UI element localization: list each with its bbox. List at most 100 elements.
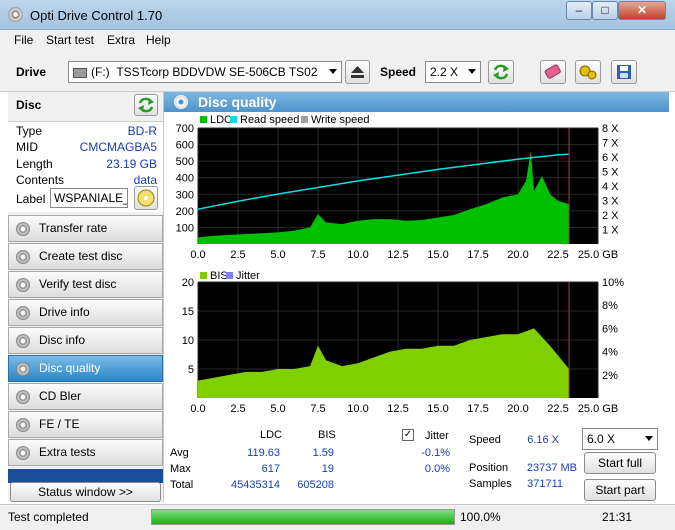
drive-value: TSSTcorp BDDVDW SE-506CB TS02 [116,65,318,79]
left-panel: Disc Type BD-R MID CMCMAGBA5 Length 23.1… [8,92,163,502]
disc-icon [16,334,30,348]
y2-tick-label: 6 X [602,152,619,164]
test-speed-select[interactable]: 6.0 X [582,428,658,450]
speed-select[interactable]: 2.2 X [425,61,481,83]
eject-button[interactable] [345,60,370,84]
nav-disc-quality[interactable]: Disc quality [8,355,163,382]
max-jitter: 0.0% [424,463,450,475]
x-tick-label: 7.5 [310,249,325,261]
ldc-chart: 0.0 2.5 5.0 7.5 10.0 12.5 15.0 17.5 20.0 22.5 25.0… [176,124,620,261]
avg-label: Avg [170,447,189,459]
close-button[interactable]: ✕ [618,1,666,20]
disc-icon [174,95,188,109]
progress-bar [151,509,455,525]
speed-value: 6.16 X [527,434,559,446]
bis-chart: 0.0 2.5 5.0 7.5 10.0 12.5 15.0 17.5 20.0 22.5 25.0… [182,278,624,415]
menu-file[interactable]: File [14,33,33,47]
menu-start-test[interactable]: Start test [46,33,94,47]
type-value: BD-R [127,124,157,138]
save-icon [617,65,631,79]
x-tick-label: 5.0 [270,249,285,261]
minimize-button[interactable]: – [566,1,592,20]
type-label: Type [16,124,43,138]
x-tick-label: 7.5 [310,403,325,415]
x-tick-label: 12.5 [387,403,408,415]
erase-button[interactable] [540,60,566,84]
settings-button[interactable] [575,60,601,84]
nav-transfer-rate[interactable]: Transfer rate [8,215,163,242]
samples-value: 371711 [527,478,563,490]
panel-header: Disc quality [164,92,669,112]
label-field[interactable]: WSPANIALE_S [50,188,128,208]
x-tick-label: 10.0 [347,249,368,261]
total-label: Total [170,479,194,491]
x-tick-label: 2.5 [230,249,245,261]
disc-header: Disc [8,92,163,122]
title-bar: Opti Drive Control 1.70 – □ ✕ [0,0,675,30]
total-bis: 605208 [297,479,334,491]
contents-label: Contents [16,173,65,187]
y-tick-label: 5 [188,364,194,376]
refresh-disc-button[interactable] [134,94,158,116]
speed-label: Speed [380,65,417,79]
drive-label: Drive [16,65,47,79]
total-ldc: 45435314 [231,479,280,491]
write-speed-swatch [301,116,308,123]
save-button[interactable] [611,60,637,84]
mid-label: MID [16,140,38,154]
y2-tick-label: 3 X [602,196,619,208]
length-value: 23.19 GB [106,157,157,171]
start-full-button[interactable]: Start full [584,452,656,474]
refresh-icon [138,97,154,113]
y-tick-label: 400 [176,173,194,185]
nav-drive-info[interactable]: Drive info [8,299,163,326]
nav-create-test-disc[interactable]: Create test disc [8,243,163,270]
jitter-label: Jitter [425,430,449,442]
maximize-button[interactable]: □ [592,1,618,20]
nav-verify-test-disc[interactable]: Verify test disc [8,271,163,298]
y2-tick-label: 5 X [602,167,619,179]
x-tick-label: 17.5 [467,249,488,261]
refresh-speed-button[interactable] [488,60,514,84]
menu-help[interactable]: Help [146,33,171,47]
nav-cd-bler[interactable]: CD Bler [8,383,163,410]
y2-tick-label: 7 X [602,138,619,150]
y-tick-label: 500 [176,156,194,168]
gears-icon [579,65,597,80]
menu-extra[interactable]: Extra [107,33,135,47]
max-label: Max [170,463,191,475]
disc-icon [16,446,30,460]
start-part-button[interactable]: Start part [584,479,656,501]
chevron-down-icon [645,436,653,441]
nav-fe-te[interactable]: FE / TE [8,411,163,438]
disc-icon [16,418,30,432]
drive-letter: (F:) [91,65,110,79]
label-label: Label [16,192,46,206]
disc-icon [16,250,30,264]
x-tick-label: 2.5 [230,403,245,415]
toolbar: Drive (F:) TSSTcorp BDDVDW SE-506CB TS02… [0,52,675,92]
y-tick-label: 300 [176,189,194,201]
col-bis-header: BIS [318,429,336,441]
length-label: Length [16,157,53,171]
nav-extra-tests[interactable]: Extra tests [8,439,163,466]
max-bis: 19 [321,463,334,475]
y-tick-label: 600 [176,140,194,152]
jitter-checkbox[interactable]: ✓ [402,429,414,441]
mid-value: CMCMAGBA5 [79,140,157,154]
eraser-icon [544,64,561,79]
eject-icon [351,66,364,78]
avg-ldc: 119.63 [247,447,280,459]
disc-icon [16,278,30,292]
label-disc-button[interactable] [134,186,158,210]
x-tick-label: 17.5 [467,403,488,415]
x-tick-label: 15.0 [427,403,448,415]
window-title: Opti Drive Control 1.70 [30,8,163,23]
y2-tick-label: 1 X [602,225,619,237]
nav-disc-info[interactable]: Disc info [8,327,163,354]
drive-select[interactable]: (F:) TSSTcorp BDDVDW SE-506CB TS02 [68,61,342,83]
x-tick-label: 0.0 [190,249,205,261]
status-window-button[interactable]: Status window >> [10,482,161,502]
avg-bis: 1.59 [312,447,334,459]
ldc-swatch [200,116,207,123]
